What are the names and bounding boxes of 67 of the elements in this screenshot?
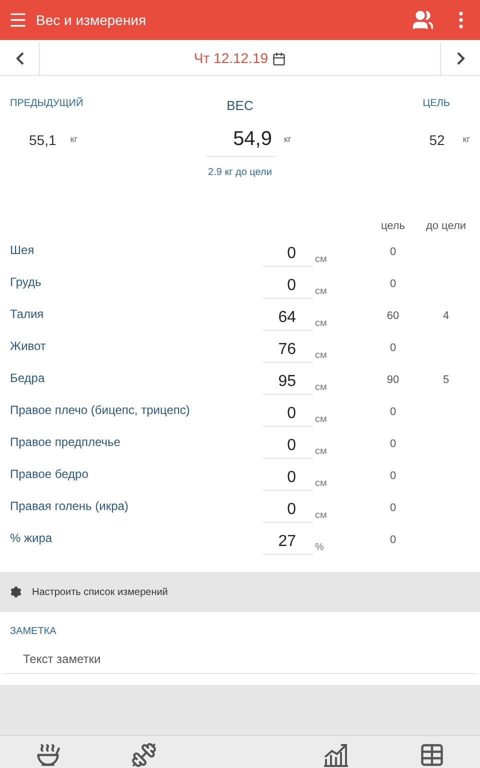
- measurement-name: Живот: [9, 338, 47, 355]
- measurement-field[interactable]: 0: [263, 241, 313, 267]
- measurement-name: Правая голень (икра): [9, 498, 130, 515]
- unit-label: см: [314, 444, 328, 458]
- to-goal-value: 4: [442, 308, 450, 324]
- unit-label: %: [314, 540, 325, 554]
- weight-title: ВЕС: [226, 97, 254, 115]
- goal-value: 60: [386, 308, 400, 324]
- users-icon[interactable]: [412, 9, 434, 31]
- note-field[interactable]: Текст заметки: [0, 645, 480, 674]
- goal-value: 0: [388, 404, 398, 420]
- unit-label: кг: [284, 133, 292, 146]
- measurement-name: % жира: [9, 530, 54, 547]
- measurement-field[interactable]: 0: [263, 401, 313, 427]
- table-icon: [419, 742, 445, 768]
- app-title: Вес и измерения: [36, 10, 146, 30]
- bar-chart-icon: [323, 743, 349, 767]
- column-header: до цели: [424, 218, 468, 234]
- to-goal-text: 2.9 кг до цели: [208, 166, 272, 180]
- goal-value: 0: [388, 340, 398, 356]
- weight-field[interactable]: 54,9: [206, 124, 276, 156]
- measurement-name: Грудь: [9, 274, 42, 291]
- soup-bowl-icon: [35, 742, 61, 768]
- measurement-field[interactable]: 0: [263, 497, 313, 523]
- goal-value: 0: [388, 276, 398, 292]
- unit-label: см: [314, 508, 328, 522]
- unit-label: см: [314, 252, 328, 266]
- dumbbell-icon: [131, 742, 157, 768]
- unit-label: кг: [70, 133, 78, 146]
- goal-value: 0: [388, 436, 398, 452]
- chevron-left-icon: [16, 52, 24, 65]
- measurement-field[interactable]: 0: [263, 273, 313, 299]
- goal-label: ЦЕЛЬ: [422, 97, 451, 111]
- note-label: ЗАМЕТКА: [0, 612, 480, 645]
- unit-label: см: [314, 380, 328, 394]
- goal-value: 0: [388, 532, 398, 548]
- unit-label: см: [314, 316, 328, 330]
- date-button[interactable]: Чт 12.12.19: [40, 42, 440, 75]
- goal-value: 0: [388, 244, 398, 260]
- measurement-name: Правое бедро: [9, 466, 90, 483]
- goal-value: 90: [386, 372, 400, 388]
- settings-icon: [10, 586, 22, 598]
- unit-label: см: [314, 412, 328, 426]
- measurement-name: Талия: [9, 306, 45, 323]
- previous-label: ПРЕДЫДУЩИЙ: [9, 96, 84, 111]
- measurement-name: Шея: [9, 242, 36, 259]
- measurement-field[interactable]: 95: [263, 369, 313, 395]
- column-header: цель: [380, 218, 406, 234]
- measurement-field[interactable]: 0: [263, 465, 313, 491]
- measurement-field[interactable]: 76: [263, 337, 313, 363]
- goal-value: 0: [388, 468, 398, 484]
- goal-weight: 52: [429, 130, 445, 150]
- calendar-icon: [272, 52, 286, 66]
- measurement-field[interactable]: 0: [263, 433, 313, 459]
- measurement-name: Правое предплечье: [9, 434, 122, 451]
- measurement-name: Бедра: [9, 370, 46, 387]
- unit-label: см: [314, 476, 328, 490]
- previous-weight: 55,1: [29, 130, 56, 150]
- unit-label: кг: [462, 133, 470, 146]
- measurement-name: Правое плечо (бицепс, трицепс): [9, 402, 191, 419]
- unit-label: см: [314, 284, 328, 298]
- to-goal-value: 5: [442, 372, 450, 388]
- chevron-right-icon: [456, 52, 464, 65]
- measurement-field[interactable]: 64: [263, 305, 313, 331]
- goal-value: 0: [388, 500, 398, 516]
- measurement-field[interactable]: 27: [263, 529, 313, 555]
- unit-label: см: [314, 348, 328, 362]
